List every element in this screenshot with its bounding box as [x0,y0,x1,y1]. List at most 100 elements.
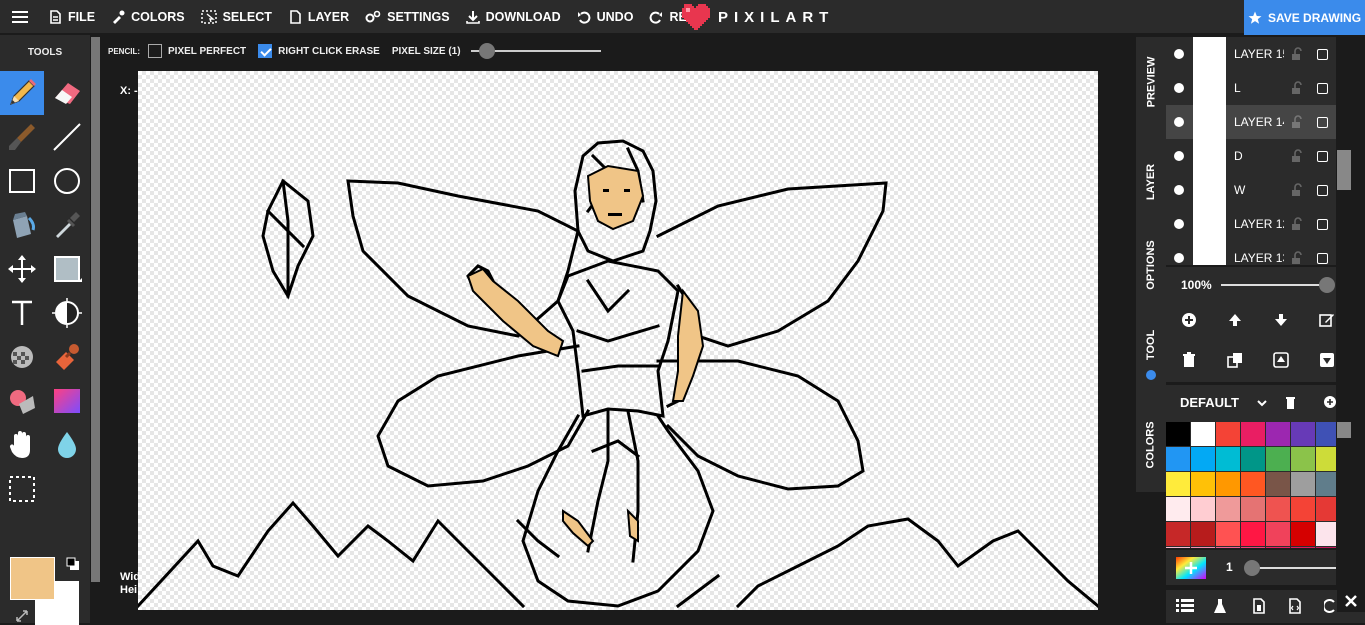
palette-swatch[interactable] [1291,472,1315,496]
palette-swatch[interactable] [1166,497,1190,521]
layer-select-checkbox[interactable] [1317,218,1328,230]
settings-menu[interactable]: SETTINGS [357,0,458,33]
code-file-icon[interactable] [1288,598,1302,614]
palette-swatch[interactable] [1216,522,1240,546]
pixel-perfect-option[interactable]: PIXEL PERFECT [148,44,246,58]
chevron-down-icon[interactable] [1256,397,1268,409]
layer-select-checkbox[interactable] [1317,252,1328,264]
lighten-tool[interactable] [45,291,89,335]
palette-swatch[interactable] [1266,447,1290,471]
palette-swatch[interactable] [1166,472,1190,496]
download-menu[interactable]: DOWNLOAD [458,0,569,33]
brush-tool[interactable] [0,115,44,159]
undo-button[interactable]: UNDO [569,0,642,33]
pixel-size-slider-knob[interactable] [478,43,495,59]
palette-swatch[interactable] [1291,447,1315,471]
palette-swatch[interactable] [1291,547,1315,548]
palette-swatch[interactable] [1291,422,1315,446]
palette-swatch[interactable] [1216,422,1240,446]
palette-swatch[interactable] [1241,497,1265,521]
tab-tool[interactable]: TOOL [1136,312,1166,377]
unlock-icon[interactable] [1290,149,1304,163]
palette-scrollbar[interactable] [1337,422,1351,438]
select-menu[interactable]: SELECT [193,0,280,33]
palette-swatch[interactable] [1241,422,1265,446]
brush-size-knob[interactable] [1244,560,1260,576]
palette-swatch[interactable] [1191,472,1215,496]
gradient-tool[interactable] [45,379,89,423]
unlock-icon[interactable] [1290,47,1304,61]
palette-swatch[interactable] [1166,447,1190,471]
layer-visibility-dot[interactable] [1174,49,1184,59]
rectangle-tool[interactable] [0,159,44,203]
palette-swatch[interactable] [1241,522,1265,546]
layer-row-active[interactable]: LAYER 14 [1166,105,1336,139]
edit-layer-button[interactable] [1312,305,1342,335]
hamburger-menu-button[interactable] [0,0,40,33]
palette-swatch[interactable] [1166,547,1190,548]
layers-scrollbar[interactable] [1337,150,1351,190]
palette-swatch[interactable] [1191,497,1215,521]
layer-select-checkbox[interactable] [1317,48,1328,60]
pixel-perfect-checkbox[interactable] [148,44,162,58]
layer-select-checkbox[interactable] [1317,82,1328,94]
move-layer-down-button[interactable] [1266,305,1296,335]
palette-swatch[interactable] [1191,522,1215,546]
palette-swatch[interactable] [1216,472,1240,496]
palette-name[interactable]: DEFAULT [1180,395,1239,410]
move-layer-up-button[interactable] [1220,305,1250,335]
refresh-icon[interactable] [1324,598,1336,614]
palette-swatch[interactable] [1316,497,1336,521]
layer-row[interactable]: D [1166,139,1336,173]
layer-opacity-knob[interactable] [1319,277,1335,293]
layer-row[interactable]: L [1166,71,1336,105]
layer-select-checkbox[interactable] [1317,116,1328,128]
hand-tool[interactable] [0,423,44,467]
pixel-size-slider[interactable] [470,43,601,59]
palette-swatch[interactable] [1316,447,1336,471]
layer-row[interactable]: LAYER 15 [1166,37,1336,71]
duplicate-layer-button[interactable] [1220,345,1250,375]
palette-swatch[interactable] [1241,472,1265,496]
layer-menu[interactable]: LAYER [280,0,357,33]
layer-visibility-dot[interactable] [1174,117,1184,127]
tools-scrollbar[interactable] [91,37,100,582]
palette-swatch[interactable] [1166,522,1190,546]
palette-swatch[interactable] [1166,422,1190,446]
colors-menu[interactable]: COLORS [103,0,192,33]
color-replace-tool[interactable] [0,379,44,423]
palette-swatch[interactable] [1216,447,1240,471]
trash-palette-icon[interactable] [1285,396,1296,409]
drawing-canvas[interactable] [135,71,1101,610]
layer-row[interactable]: W [1166,173,1336,207]
unlock-icon[interactable] [1290,251,1304,265]
palette-swatch[interactable] [1316,422,1336,446]
palette-swatch[interactable] [1266,547,1290,548]
palette-swatch[interactable] [1216,497,1240,521]
layer-opacity-slider[interactable] [1221,284,1326,286]
delete-layer-button[interactable] [1174,345,1204,375]
stamp-tool[interactable] [45,335,89,379]
palette-swatch[interactable] [1191,547,1215,548]
line-tool[interactable] [45,115,89,159]
palette-swatch[interactable] [1316,472,1336,496]
tab-layer[interactable]: LAYER [1136,137,1166,227]
right-click-erase-checkbox[interactable] [258,44,273,58]
text-tool[interactable] [0,291,44,335]
unlock-icon[interactable] [1290,115,1304,129]
brush-size-slider[interactable] [1248,567,1336,569]
right-click-erase-option[interactable]: RIGHT CLICK ERASE [258,44,380,58]
palette-swatch[interactable] [1241,547,1265,548]
layer-row[interactable]: LAYER 12 [1166,207,1336,241]
tab-colors[interactable]: COLORS [1136,402,1166,487]
unlock-icon[interactable] [1290,217,1304,231]
layer-visibility-dot[interactable] [1174,219,1184,229]
palette-swatch[interactable] [1266,522,1290,546]
merge-down-button[interactable] [1312,345,1342,375]
canvas-area[interactable]: X: - Wid Hei [100,65,1136,615]
palette-swatch[interactable] [1291,497,1315,521]
palette-swatch[interactable] [1266,497,1290,521]
layer-select-checkbox[interactable] [1317,184,1328,196]
layer-visibility-dot[interactable] [1174,151,1184,161]
eraser-tool[interactable] [45,71,89,115]
